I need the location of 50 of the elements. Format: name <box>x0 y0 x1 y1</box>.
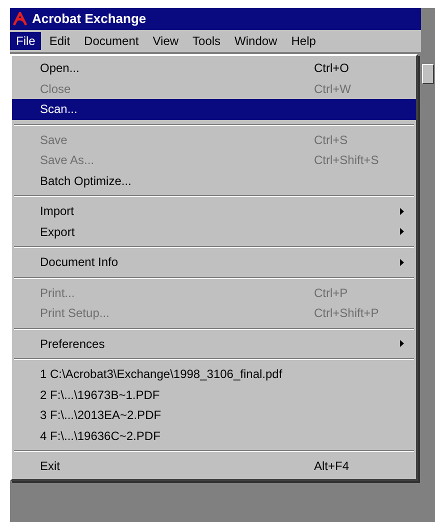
toolbar-button[interactable] <box>422 64 434 84</box>
option-label: 1 C:\Acrobat3\Exchange\1998_3106_final.pdf <box>40 366 284 384</box>
menu-option[interactable]: Import <box>12 201 416 222</box>
submenu-arrow-icon <box>400 208 404 215</box>
menu-item[interactable]: Window <box>228 32 284 50</box>
option-label: Batch Optimize... <box>40 172 132 190</box>
option-label: Close <box>40 80 72 98</box>
window-title: Acrobat Exchange <box>32 10 146 28</box>
menu-item[interactable]: Help <box>285 32 322 50</box>
shortcut-label: Ctrl+Shift+S <box>314 152 380 170</box>
acrobat-logo-icon <box>12 12 28 26</box>
menu-item[interactable]: Tools <box>186 32 227 50</box>
menu-item[interactable]: Document <box>78 32 145 50</box>
menu-item[interactable]: Edit <box>43 32 76 50</box>
option-label: Document Info <box>40 254 120 272</box>
shortcut-label: Ctrl+O <box>314 60 350 78</box>
submenu-arrow-icon <box>400 340 404 348</box>
menu-option[interactable]: Batch Optimize... <box>12 170 416 191</box>
option-label: Export <box>40 224 76 241</box>
menu-option[interactable]: 2 F:\...\19673B~1.PDF <box>12 384 416 405</box>
menu-option[interactable]: Scan... <box>12 99 416 120</box>
submenu-arrow-icon <box>400 228 404 236</box>
shortcut-label: Ctrl+P <box>314 284 349 302</box>
menu-option[interactable]: 1 C:\Acrobat3\Exchange\1998_3106_final.pdf <box>12 364 416 384</box>
shortcut-label: Ctrl+Shift+P <box>314 305 380 322</box>
option-label: Scan... <box>40 101 78 118</box>
menu-option[interactable]: Exit Alt+F4 <box>12 456 416 476</box>
menu-option[interactable]: Document Info <box>12 252 416 272</box>
option-label: Print Setup... <box>40 305 110 322</box>
option-label: Print... <box>40 284 76 302</box>
shortcut-label: Ctrl+S <box>314 132 349 149</box>
menu-item[interactable]: File <box>10 32 42 50</box>
option-label: 4 F:\...\19636C~2.PDF <box>40 428 162 445</box>
menu-option[interactable]: 3 F:\...\2013EA~2.PDF <box>12 405 416 426</box>
option-label: Preferences <box>40 336 106 353</box>
menu-option[interactable]: Preferences <box>12 334 416 354</box>
option-label: Open... <box>40 60 80 78</box>
option-label: Save <box>40 132 68 149</box>
option-label: Exit <box>40 458 62 476</box>
shortcut-label: Alt+F4 <box>314 458 350 476</box>
option-label: 2 F:\...\19673B~1.PDF <box>40 386 161 404</box>
option-label: Save As... <box>40 152 96 170</box>
submenu-arrow-icon <box>400 258 404 266</box>
menu-item[interactable]: View <box>146 32 185 50</box>
option-label: Import <box>40 203 76 220</box>
option-label: 3 F:\...\2013EA~2.PDF <box>40 407 162 424</box>
shortcut-label: Ctrl+W <box>314 80 352 98</box>
menu-option[interactable]: 4 F:\...\19636C~2.PDF <box>12 426 416 446</box>
menu-option[interactable]: Export <box>12 222 416 242</box>
menu-option[interactable]: Open... Ctrl+O <box>12 58 416 78</box>
